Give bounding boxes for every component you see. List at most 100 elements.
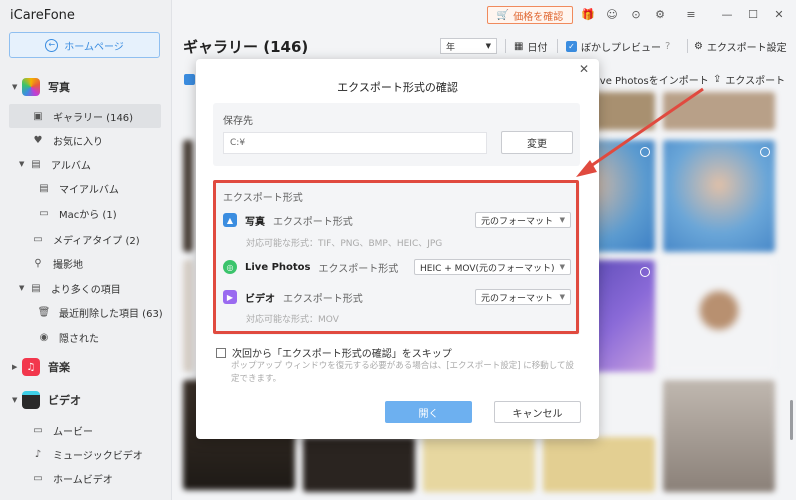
change-path-button[interactable]: 変更 bbox=[501, 131, 573, 154]
close-icon[interactable]: ✕ bbox=[579, 62, 589, 76]
sidebar-item-hidden-label: 隠された bbox=[59, 333, 99, 345]
photo-thumbnail[interactable] bbox=[663, 140, 775, 252]
photo-thumbnail[interactable] bbox=[303, 437, 415, 492]
import-live-label: ive Photosをインポート bbox=[597, 75, 709, 87]
export-settings-label: エクスポート設定 bbox=[706, 42, 787, 54]
sidebar-item-my-album-label: マイアルバム bbox=[59, 184, 119, 196]
year-select[interactable]: 年 ▼ bbox=[440, 38, 497, 54]
sidebar-item-recently-deleted[interactable]: 🗑 最近削除した項目 (63) bbox=[0, 300, 171, 324]
monitor-icon: ▭ bbox=[33, 472, 43, 484]
gift-icon[interactable]: 🎁 bbox=[580, 6, 596, 22]
sidebar-item-music-videos-label: ミュージックビデオ bbox=[53, 450, 143, 462]
sidebar-item-favorites[interactable]: ♥ お気に入り bbox=[0, 128, 171, 152]
export-icon: ⇪ bbox=[713, 73, 722, 85]
video-app-icon bbox=[22, 391, 40, 409]
divider bbox=[505, 39, 506, 53]
sidebar-item-recently-deleted-label: 最近削除した項目 (63) bbox=[59, 308, 163, 320]
sidebar-item-more-label: より多くの項目 bbox=[51, 284, 121, 296]
download-icon[interactable]: ⊙ bbox=[628, 6, 644, 22]
date-label: 日付 bbox=[527, 42, 548, 54]
sidebar-item-albums[interactable]: ▼ ▤ アルバム bbox=[0, 152, 171, 176]
export-button[interactable]: ⇪ エクスポート bbox=[713, 72, 785, 87]
sidebar-section-video[interactable]: ▼ ビデオ bbox=[0, 388, 171, 412]
sidebar-item-my-album[interactable]: ▤ マイアルバム bbox=[0, 176, 171, 200]
settings-icon[interactable]: ⚙ bbox=[652, 6, 668, 22]
select-circle-icon[interactable] bbox=[640, 147, 650, 157]
select-circle-icon[interactable] bbox=[640, 267, 650, 277]
skip-confirmation-checkbox[interactable]: 次回から「エクスポート形式の確認」をスキップ bbox=[216, 345, 452, 360]
page-title: ギャラリー (146) bbox=[183, 38, 309, 56]
expand-triangle-icon: ▼ bbox=[12, 83, 18, 91]
sidebar-item-music-videos[interactable]: ♪ ミュージックビデオ bbox=[0, 442, 171, 466]
scrollbar[interactable] bbox=[790, 400, 793, 440]
sidebar-section-video-label: ビデオ bbox=[48, 394, 81, 407]
checkbox-unchecked-icon bbox=[216, 347, 226, 358]
close-icon[interactable]: ✕ bbox=[771, 6, 787, 22]
photo-thumbnail[interactable] bbox=[663, 260, 775, 372]
save-location-label: 保存先 bbox=[223, 116, 253, 127]
sidebar-section-music[interactable]: ▶ ♫ 音楽 bbox=[0, 355, 171, 379]
sidebar-item-movies[interactable]: ▭ ムービー bbox=[0, 418, 171, 442]
music-video-icon: ♪ bbox=[34, 448, 42, 460]
sidebar-item-home-videos[interactable]: ▭ ホームビデオ bbox=[0, 466, 171, 490]
gear-icon: ⚙ bbox=[694, 40, 703, 52]
heart-icon: ♥ bbox=[33, 134, 43, 146]
calendar-icon: ▦ bbox=[514, 40, 524, 52]
album-icon: ▤ bbox=[31, 158, 41, 170]
sidebar-section-music-label: 音楽 bbox=[48, 361, 70, 374]
sidebar-item-from-mac[interactable]: ▭ Macから (1) bbox=[0, 201, 171, 225]
photo-thumbnail[interactable] bbox=[663, 380, 775, 492]
music-app-icon: ♫ bbox=[22, 358, 40, 376]
sidebar-section-photos-label: 写真 bbox=[48, 81, 70, 94]
select-all-checkbox[interactable] bbox=[184, 72, 195, 86]
minimize-icon[interactable]: — bbox=[719, 6, 735, 22]
cancel-button[interactable]: キャンセル bbox=[494, 401, 581, 423]
home-button[interactable]: ← ホームページ bbox=[9, 32, 160, 58]
sidebar-item-more[interactable]: ▼ ▤ より多くの項目 bbox=[0, 276, 171, 300]
sidebar: iCareFone ← ホームページ ▼ 写真 ▣ ギャラリー (146) ♥ … bbox=[0, 0, 172, 500]
price-check-label: 価格を確認 bbox=[513, 11, 564, 23]
import-live-photos-button[interactable]: ive Photosをインポート bbox=[597, 72, 709, 87]
photo-thumbnail[interactable] bbox=[543, 437, 655, 492]
divider bbox=[687, 39, 688, 53]
photo-thumbnail[interactable] bbox=[663, 92, 775, 130]
trash-icon: 🗑 bbox=[37, 306, 51, 318]
sidebar-item-gallery-label: ギャラリー (146) bbox=[53, 112, 134, 124]
account-icon[interactable]: ☺ bbox=[604, 6, 620, 22]
expand-triangle-icon: ▼ bbox=[19, 160, 25, 168]
photo-thumbnail[interactable] bbox=[183, 260, 193, 372]
dialog-title: エクスポート形式の確認 bbox=[337, 81, 458, 94]
save-location-panel: 保存先 C:¥ 変更 bbox=[213, 103, 580, 166]
checkbox-partial-icon bbox=[184, 73, 195, 85]
expand-triangle-icon: ▼ bbox=[12, 396, 18, 404]
album-icon: ▤ bbox=[39, 182, 49, 194]
monitor-icon: ▭ bbox=[39, 207, 49, 219]
export-settings-button[interactable]: ⚙ エクスポート設定 bbox=[694, 38, 787, 54]
dropdown-arrow-icon: ▼ bbox=[485, 42, 491, 50]
eye-icon: ◉ bbox=[39, 331, 49, 343]
camera-icon: ▭ bbox=[33, 424, 43, 436]
select-circle-icon[interactable] bbox=[760, 147, 770, 157]
sidebar-section-photos[interactable]: ▼ 写真 bbox=[0, 75, 171, 99]
sidebar-item-media-type[interactable]: ▭ メディアタイプ (2) bbox=[0, 227, 171, 251]
menu-icon[interactable]: ≡ bbox=[683, 6, 699, 22]
skip-confirmation-label: 次回から「エクスポート形式の確認」をスキップ bbox=[232, 349, 452, 360]
sidebar-item-home-videos-label: ホームビデオ bbox=[53, 474, 113, 486]
sidebar-item-gallery[interactable]: ▣ ギャラリー (146) bbox=[9, 104, 161, 128]
sidebar-item-hidden[interactable]: ◉ 隠された bbox=[0, 325, 171, 349]
open-button[interactable]: 開く bbox=[385, 401, 472, 423]
price-check-button[interactable]: 🛒 価格を確認 bbox=[487, 6, 573, 24]
photo-thumbnail[interactable] bbox=[423, 437, 535, 492]
checkbox-checked-icon: ✓ bbox=[566, 40, 577, 52]
save-path-value: C:¥ bbox=[230, 138, 246, 148]
pin-icon: ⚲ bbox=[34, 257, 42, 269]
blur-preview-toggle[interactable]: ✓ ぼかしプレビュー ? bbox=[566, 38, 670, 54]
app-title: iCareFone bbox=[10, 8, 75, 23]
blur-preview-label: ぼかしプレビュー bbox=[581, 42, 661, 54]
date-sort-button[interactable]: ▦ 日付 bbox=[514, 38, 547, 54]
maximize-icon[interactable]: ☐ bbox=[745, 6, 761, 22]
home-button-label: ホームページ bbox=[64, 41, 124, 53]
photo-thumbnail[interactable] bbox=[183, 140, 193, 252]
sidebar-item-places[interactable]: ⚲ 撮影地 bbox=[0, 251, 171, 275]
save-path-field[interactable]: C:¥ bbox=[223, 132, 487, 154]
